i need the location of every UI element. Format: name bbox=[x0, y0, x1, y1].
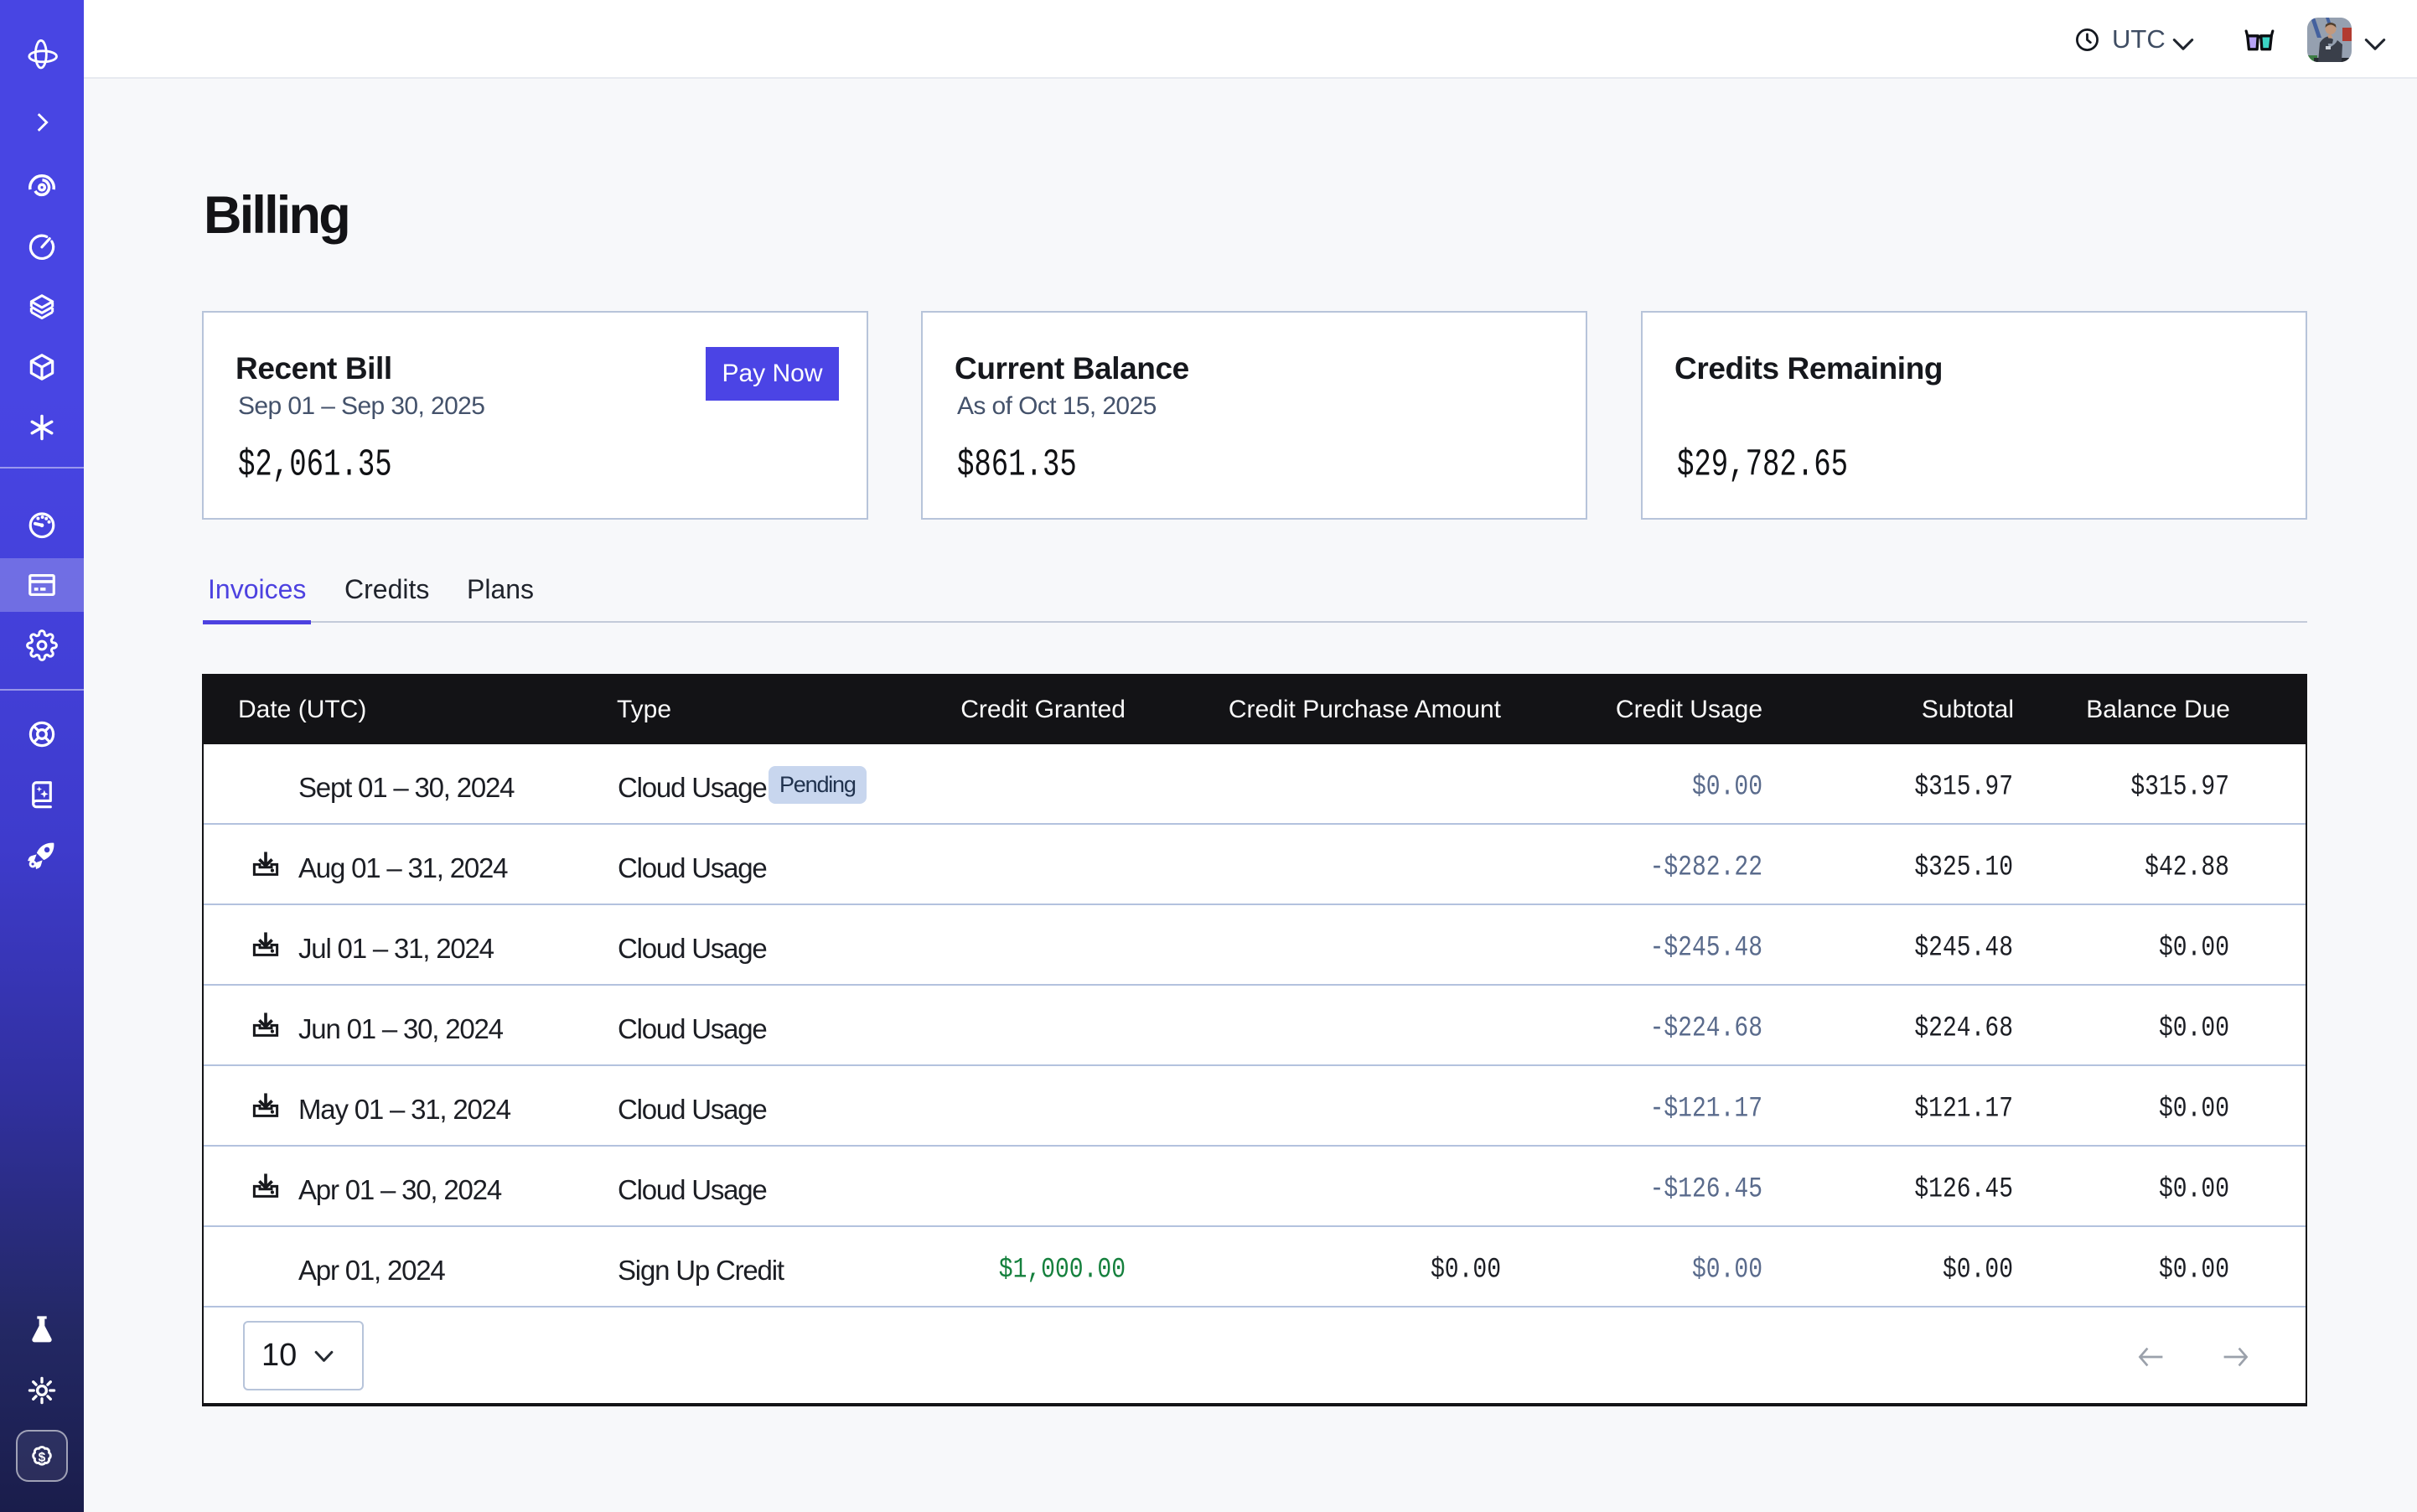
svg-text:$: $ bbox=[38, 1451, 45, 1466]
